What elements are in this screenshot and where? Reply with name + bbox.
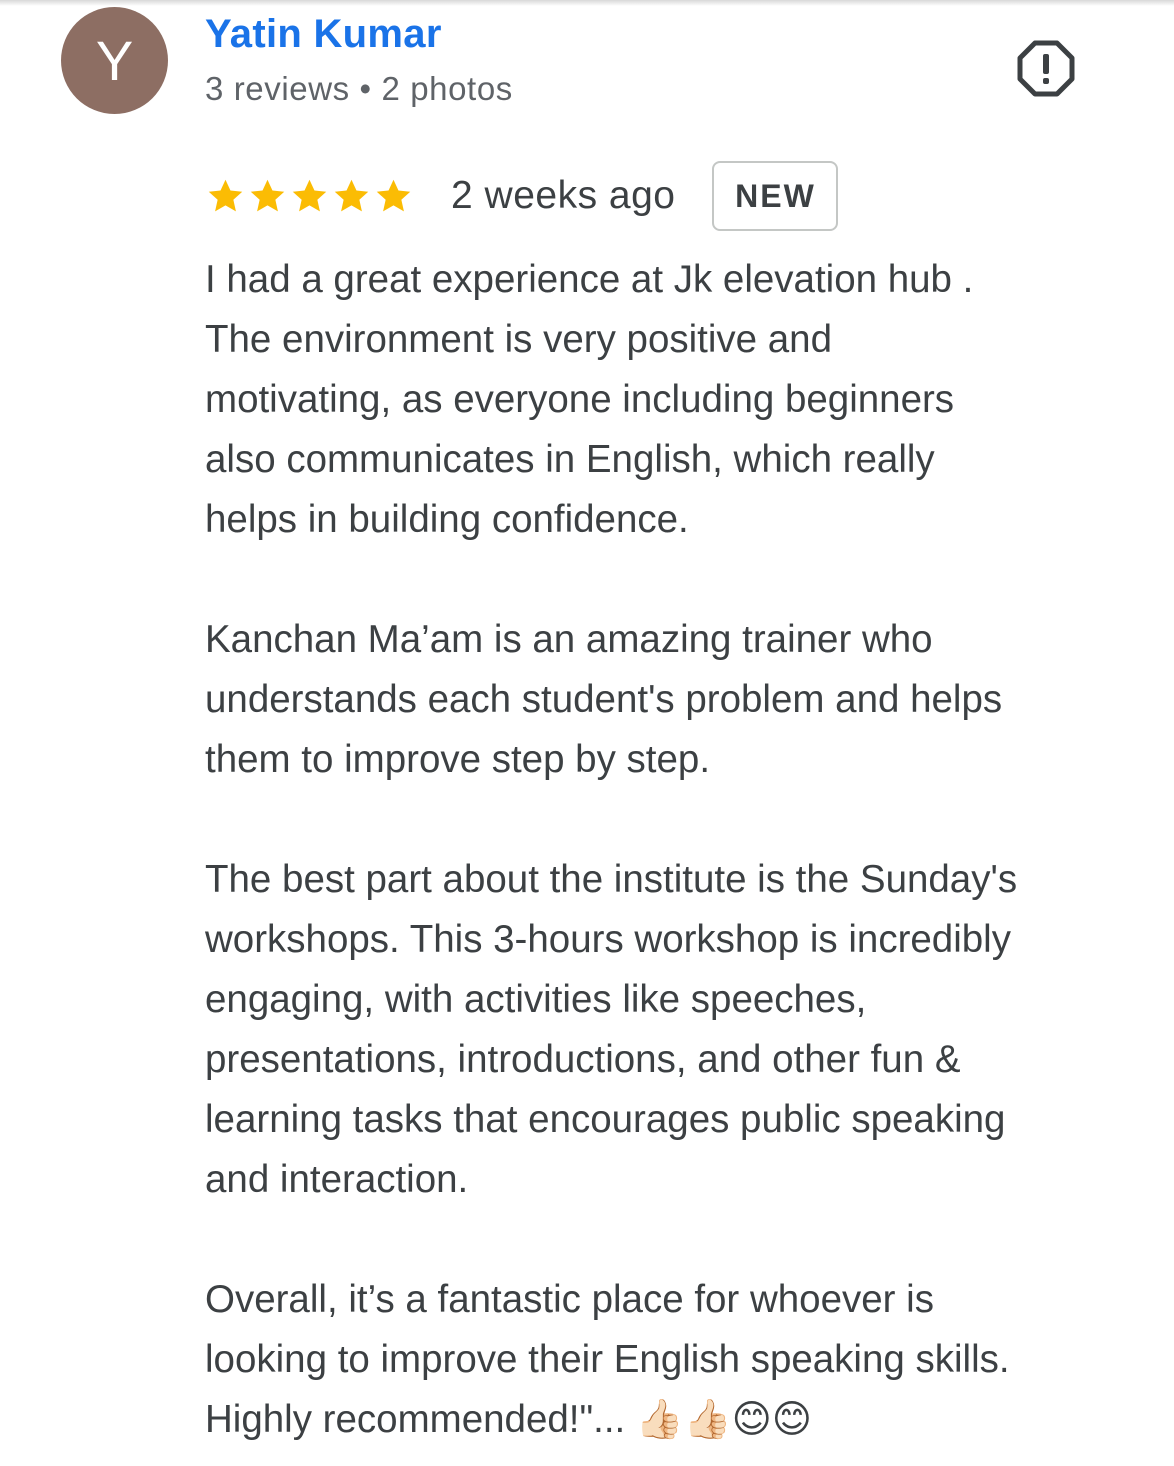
review-text: I had a great experience at Jk elevation… xyxy=(205,250,1150,1450)
new-badge-label: NEW xyxy=(735,177,816,214)
avatar-initial: Y xyxy=(95,29,134,92)
review-time: 2 weeks ago xyxy=(451,174,676,217)
avatar[interactable]: Y xyxy=(61,7,168,114)
reviewer-meta: 3 reviews • 2 photos xyxy=(205,70,513,107)
review-paragraph: The best part about the institute is the… xyxy=(205,858,1018,1201)
top-shadow-divider xyxy=(0,0,1174,6)
star-icon xyxy=(373,176,414,217)
review-paragraph: Kanchan Ma’am is an amazing trainer who … xyxy=(205,618,1003,781)
report-flag-icon xyxy=(1017,40,1075,97)
review-paragraph: I had a great experience at Jk elevation… xyxy=(205,258,974,541)
rating-row: 2 weeks ago NEW xyxy=(205,158,839,234)
star-icon xyxy=(289,176,330,217)
review-paragraph: Overall, it’s a fantastic place for whoe… xyxy=(205,1278,1010,1441)
report-button[interactable] xyxy=(1016,38,1076,98)
star-icon xyxy=(247,176,288,217)
new-badge: NEW xyxy=(712,161,839,231)
star-rating xyxy=(205,176,414,217)
reviewer-name[interactable]: Yatin Kumar xyxy=(205,12,442,57)
star-icon xyxy=(331,176,372,217)
star-icon xyxy=(205,176,246,217)
